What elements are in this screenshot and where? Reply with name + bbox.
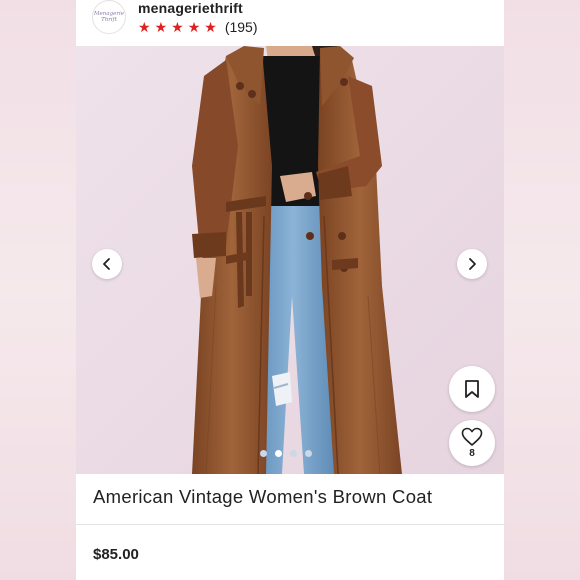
carousel-dot[interactable] bbox=[290, 450, 297, 457]
carousel-dot[interactable] bbox=[305, 450, 312, 457]
review-count: (195) bbox=[224, 19, 258, 35]
seller-avatar[interactable]: Menagerie Thrift bbox=[92, 0, 126, 34]
product-photo-carousel[interactable]: 8 bbox=[76, 46, 504, 474]
seller-username[interactable]: menageriethrift bbox=[138, 0, 243, 16]
background-left bbox=[0, 0, 76, 580]
avatar-logo-text: Menagerie Thrift bbox=[93, 11, 125, 23]
chevron-right-icon bbox=[469, 258, 476, 270]
star-icon: ★ bbox=[204, 19, 217, 35]
divider bbox=[76, 524, 504, 525]
next-image-button[interactable] bbox=[457, 249, 487, 279]
carousel-indicator bbox=[260, 450, 312, 457]
like-button[interactable]: 8 bbox=[449, 420, 495, 466]
star-icon: ★ bbox=[154, 19, 168, 35]
background-right bbox=[504, 0, 580, 580]
previous-image-button[interactable] bbox=[92, 249, 122, 279]
seller-rating[interactable]: ★ ★ ★ ★ ★ (195) bbox=[138, 18, 258, 36]
star-icon: ★ bbox=[187, 19, 201, 35]
bookmark-button[interactable] bbox=[449, 366, 495, 412]
heart-icon bbox=[461, 427, 483, 446]
seller-header: Menagerie Thrift menageriethrift ★ ★ ★ ★… bbox=[76, 0, 504, 46]
chevron-left-icon bbox=[103, 258, 110, 270]
carousel-dot-active[interactable] bbox=[275, 450, 282, 457]
star-icon: ★ bbox=[171, 19, 184, 35]
listing-card: Menagerie Thrift menageriethrift ★ ★ ★ ★… bbox=[76, 0, 504, 580]
carousel-dot[interactable] bbox=[260, 450, 267, 457]
star-icon: ★ bbox=[138, 19, 151, 35]
listing-title: American Vintage Women's Brown Coat bbox=[93, 486, 433, 507]
like-count: 8 bbox=[469, 448, 475, 459]
bookmark-icon bbox=[465, 380, 479, 398]
listing-price: $85.00 bbox=[93, 546, 139, 563]
product-photo bbox=[76, 46, 504, 474]
